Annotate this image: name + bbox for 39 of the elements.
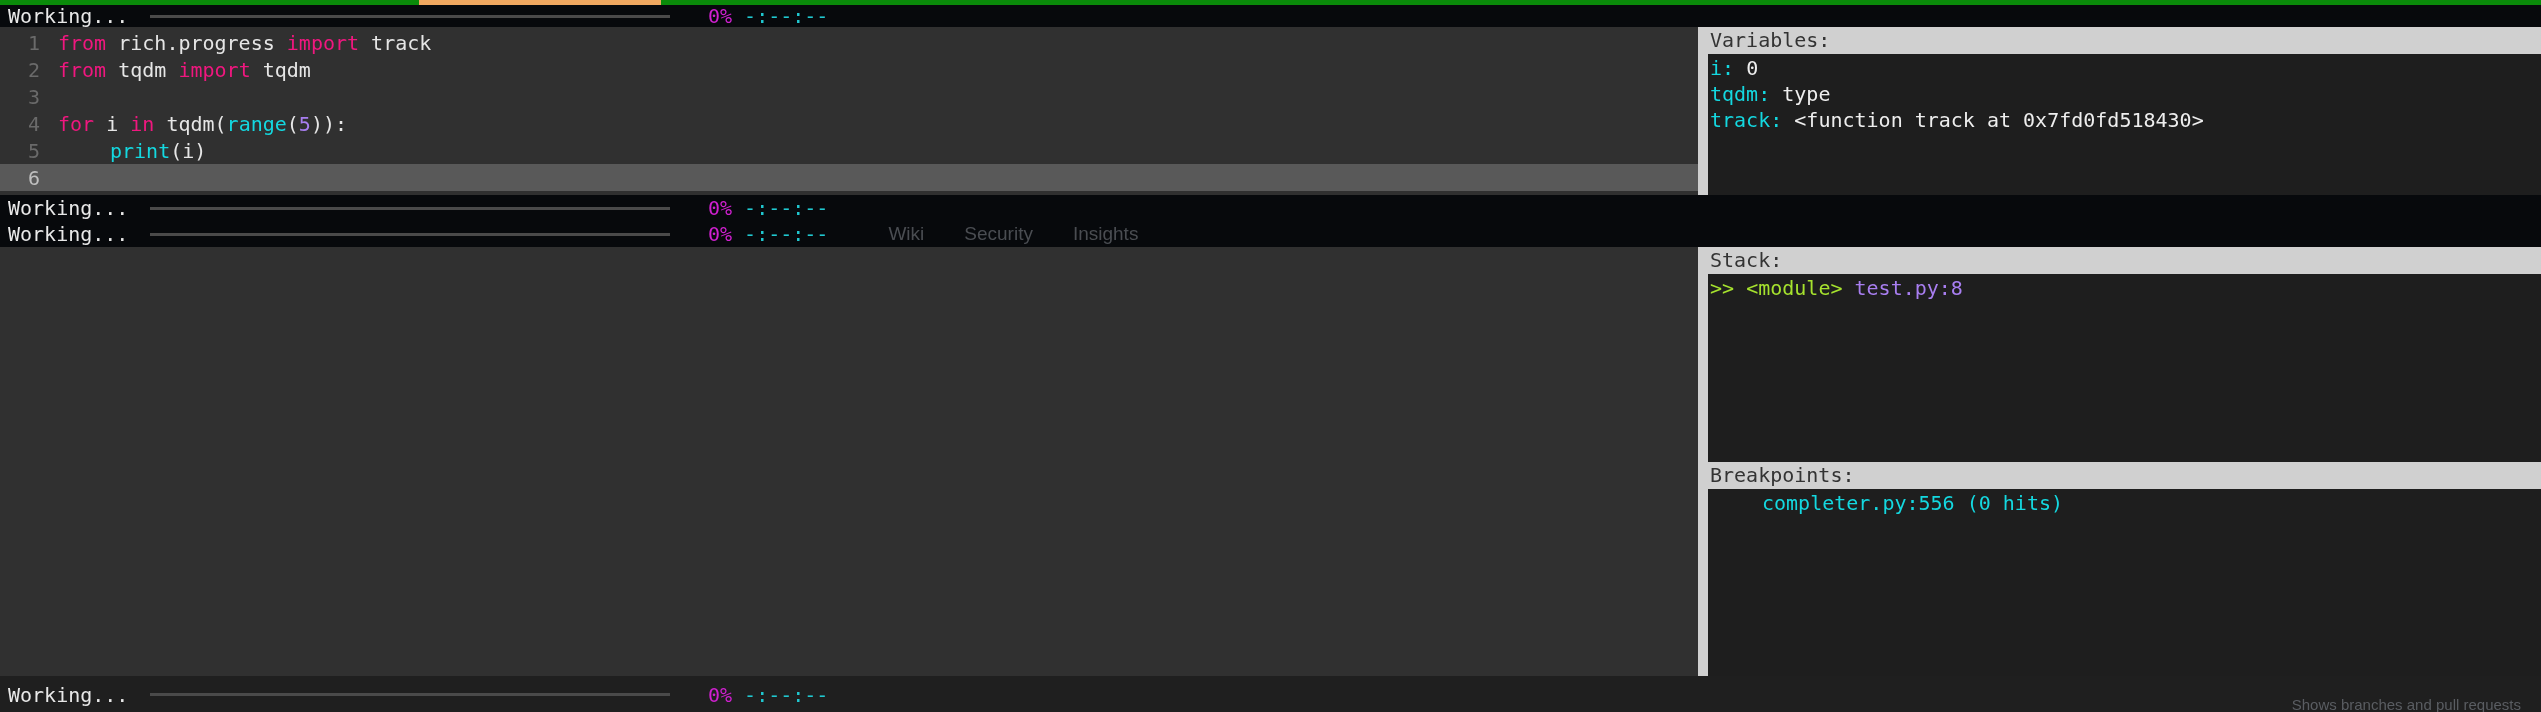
percent-text: 0%	[708, 196, 733, 220]
percent-text: 0%	[708, 222, 733, 246]
percent-text: 0%	[708, 4, 733, 28]
eta-text: -:--:--	[744, 222, 829, 246]
breakpoint-item[interactable]: completer.py:556 (0 hits)	[1710, 490, 2539, 517]
line-number: 2	[26, 57, 41, 82]
panel-title: Stack:	[1708, 247, 2541, 274]
status-text: Working...	[7, 196, 130, 220]
code-line: for i in tqdm(range(5)):	[58, 111, 348, 136]
line-number: 3	[26, 84, 41, 109]
line-number: 6	[26, 165, 41, 190]
background-tab-label: Wiki	[888, 223, 925, 245]
variable-value: type	[1781, 82, 1831, 108]
status-text: Working...	[7, 4, 130, 28]
frame-marker: >>	[1710, 276, 1735, 302]
eta-text: -:--:--	[744, 4, 829, 28]
variable-name: track:	[1710, 108, 1783, 134]
background-tab-label: Security	[964, 223, 1033, 245]
panel-title: Variables:	[1708, 27, 2541, 54]
line-number: 5	[26, 138, 41, 163]
panel-title: Breakpoints:	[1708, 461, 2541, 489]
percent-text: 0%	[708, 682, 733, 707]
status-text: Working...	[7, 222, 130, 246]
eta-text: -:--:--	[744, 196, 829, 220]
background-tab-label: Insights	[1072, 223, 1139, 245]
frame-name[interactable]: <module>	[1734, 276, 1843, 302]
code-editor[interactable]: 1 from rich.progress import track 2 from tqdm import tqdm 3 4 for i in tqdm(range(5)): 5 print(i) 6	[0, 27, 1698, 195]
variable-value: 0	[1745, 56, 1759, 82]
code-line: from rich.progress import track	[58, 30, 432, 55]
line-number: 4	[26, 111, 41, 136]
variable-name: tqdm:	[1710, 82, 1771, 108]
code-line: from tqdm import tqdm	[58, 57, 311, 82]
variable-name: i:	[1710, 56, 1735, 82]
code-line: print(i)	[109, 138, 207, 163]
frame-location: test.py:8	[1853, 276, 1963, 302]
eta-text: -:--:--	[744, 682, 829, 707]
line-number: 1	[26, 30, 41, 55]
status-text: Working...	[7, 682, 130, 707]
variable-value: <function track at 0x7fd0fd518430>	[1793, 108, 2204, 134]
